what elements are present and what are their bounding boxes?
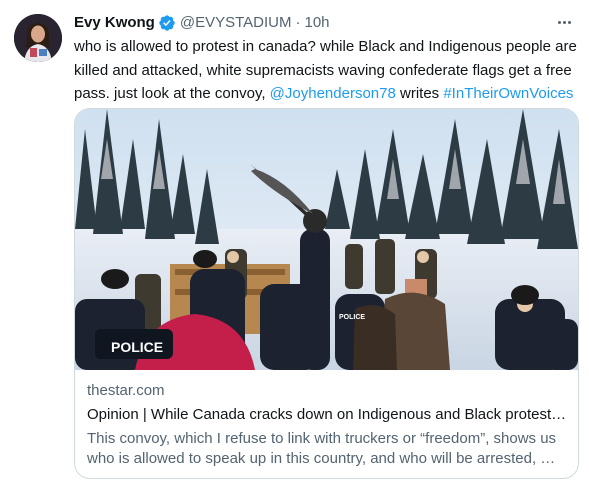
verified-badge-icon <box>158 14 176 32</box>
tweet-text: who is allowed to protest in canada? whi… <box>74 35 579 106</box>
card-image[interactable]: POLICE POLICE <box>75 109 578 370</box>
police-badge-small: POLICE <box>339 314 365 321</box>
card-title[interactable]: Opinion | While Canada cracks down on In… <box>87 405 567 425</box>
separator-dot: · <box>295 14 301 31</box>
card-description: This convoy, which I refuse to link with… <box>87 430 557 467</box>
avatar-image <box>14 14 62 62</box>
mention-link[interactable]: @Joyhenderson78 <box>270 85 396 102</box>
tweet[interactable]: Evy Kwong @EVYSTADIUM · 10h who is allow… <box>0 0 589 485</box>
tweet-text-part2: writes <box>395 85 444 102</box>
card-meta: thestar.com Opinion | While Canada crack… <box>87 381 567 469</box>
author-handle[interactable]: @EVYSTADIUM <box>180 13 292 33</box>
avatar[interactable] <box>14 14 62 62</box>
link-preview-card[interactable]: POLICE POLICE thestar.com Opinion | Whil… <box>74 108 579 479</box>
hashtag-link[interactable]: #InTheirOwnVoices <box>443 85 573 102</box>
timestamp[interactable]: 10h <box>305 13 330 33</box>
card-domain: thestar.com <box>87 382 165 399</box>
police-label: POLICE <box>111 339 163 355</box>
tweet-header: Evy Kwong @EVYSTADIUM · 10h <box>74 13 330 33</box>
more-options-icon[interactable] <box>553 12 575 32</box>
author-name[interactable]: Evy Kwong <box>74 13 155 33</box>
